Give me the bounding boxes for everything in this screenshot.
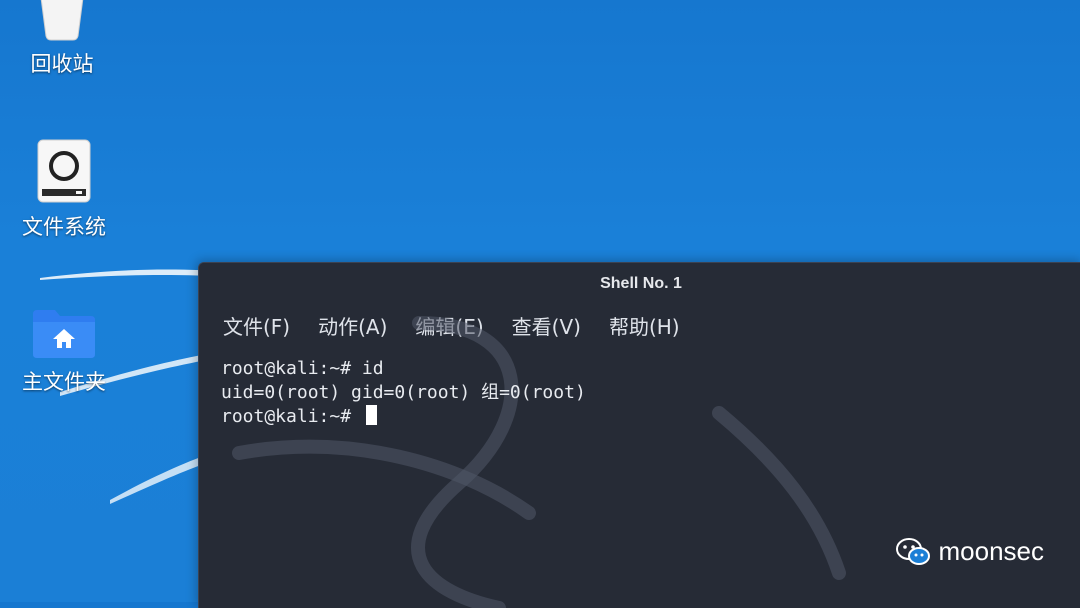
desktop-icon-label: 文件系统	[22, 215, 106, 239]
watermark-text: moonsec	[938, 536, 1045, 566]
desktop-icon-label: 回收站	[30, 52, 94, 76]
terminal-line: uid=0(root) gid=0(root) 组=0(root)	[221, 382, 586, 403]
wechat-icon	[895, 537, 930, 565]
drive-icon	[37, 139, 91, 203]
watermark: moonsec	[895, 536, 1045, 567]
desktop-icon-trash[interactable]: 回收站	[2, 0, 122, 78]
terminal-prompt-line[interactable]: root@kali:~#	[221, 405, 1080, 429]
text-cursor	[365, 405, 377, 425]
desktop-icon-filesystem[interactable]: 文件系统	[4, 139, 124, 241]
terminal-output[interactable]: root@kali:~# id uid=0(root) gid=0(root) …	[199, 345, 1080, 429]
desktop-icon-home-folder[interactable]: 主文件夹	[4, 308, 124, 396]
desktop-icon-label: 主文件夹	[22, 370, 106, 394]
trash-icon	[40, 0, 84, 41]
terminal-prompt: root@kali:~#	[221, 406, 362, 427]
terminal-line: root@kali:~# id	[221, 358, 384, 379]
home-folder-icon	[33, 310, 95, 358]
